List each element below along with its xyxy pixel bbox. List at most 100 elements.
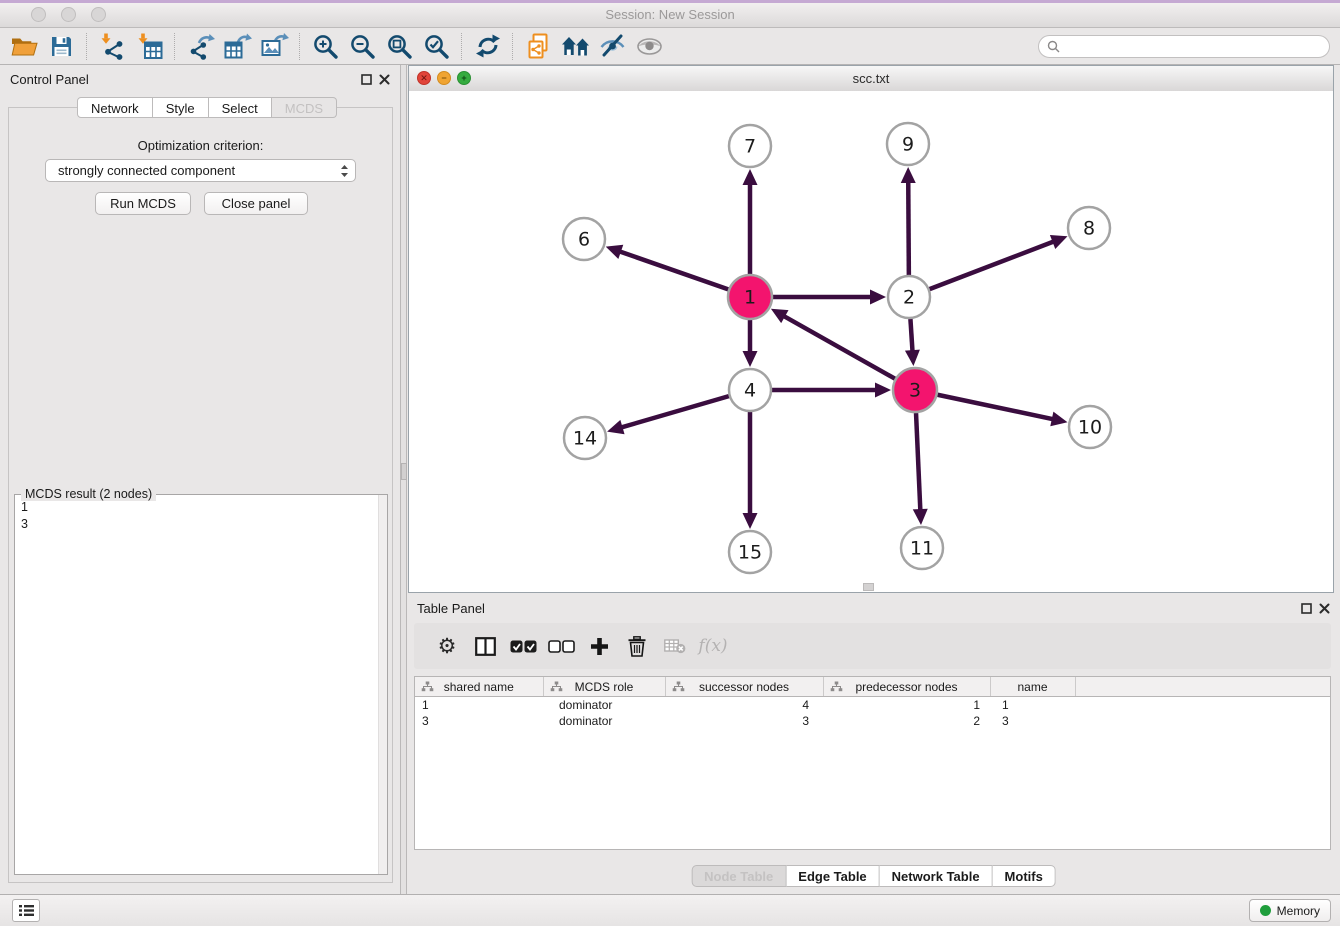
zoom-in-button[interactable] <box>307 31 344 62</box>
export-table-button[interactable] <box>219 31 256 62</box>
graph-node-label: 1 <box>744 287 756 309</box>
table-cell-filler <box>1075 697 1330 714</box>
zoom-out-button[interactable] <box>344 31 381 62</box>
graph-edge-3-10[interactable] <box>938 395 1055 420</box>
network-view-titlebar[interactable]: ✕ − + scc.txt <box>409 66 1333 92</box>
table-settings-button[interactable]: ⚙ <box>428 629 466 663</box>
table-cell[interactable]: 1 <box>415 697 543 714</box>
graph-edge-1-6[interactable] <box>618 251 728 290</box>
float-panel-icon[interactable] <box>361 74 372 85</box>
splitter-handle[interactable] <box>401 463 407 480</box>
graph-edge-4-14[interactable] <box>620 396 729 428</box>
fit-selected-button[interactable] <box>418 31 455 62</box>
close-panel-button[interactable]: Close panel <box>204 192 308 215</box>
column-header-successor-nodes[interactable]: successor nodes <box>665 677 823 697</box>
table-header-row: shared name MCDS role <box>415 677 1330 697</box>
graph-node-label: 4 <box>744 380 756 402</box>
import-network-button[interactable] <box>94 31 131 62</box>
export-image-button[interactable] <box>256 31 293 62</box>
close-table-panel-icon[interactable] <box>1319 603 1330 614</box>
graph-node-label: 11 <box>910 538 934 560</box>
graph-node-label: 6 <box>578 229 590 251</box>
run-mcds-button[interactable]: Run MCDS <box>95 192 191 215</box>
column-header-shared-name[interactable]: shared name <box>415 677 543 697</box>
graph-edge-arrowhead <box>875 383 891 398</box>
tab-network[interactable]: Network <box>77 97 153 118</box>
canvas-resize-handle[interactable] <box>863 583 874 591</box>
column-header-mcds-role[interactable]: MCDS role <box>543 677 665 697</box>
function-builder-button[interactable]: f(x) <box>694 629 732 663</box>
network-canvas[interactable]: 7968124314101511 <box>409 91 1333 592</box>
checked-boxes-icon <box>510 640 537 653</box>
export-image-icon <box>261 33 289 59</box>
column-header-predecessor-nodes[interactable]: predecessor nodes <box>823 677 990 697</box>
float-table-panel-icon[interactable] <box>1301 603 1312 614</box>
close-panel-icon[interactable] <box>379 74 390 85</box>
graph-edge-2-3[interactable] <box>910 319 912 353</box>
first-neighbors-button[interactable] <box>557 31 594 62</box>
graph-node-label: 14 <box>573 428 597 450</box>
table-cell[interactable]: dominator <box>543 713 665 729</box>
table-row[interactable]: 3dominator323 <box>415 713 1330 729</box>
mcds-result-group: MCDS result (2 nodes) 1 3 <box>14 494 388 875</box>
memory-button[interactable]: Memory <box>1249 899 1331 922</box>
criterion-select[interactable]: strongly connected component <box>45 159 356 182</box>
select-all-button[interactable] <box>504 629 542 663</box>
control-panel: Control Panel Network Style Select MCDS … <box>0 65 400 894</box>
network-graph[interactable]: 7968124314101511 <box>409 91 1333 592</box>
result-scrollbar[interactable] <box>378 495 387 874</box>
table-cell[interactable]: 1 <box>990 697 1075 714</box>
delete-column-button[interactable] <box>618 629 656 663</box>
tree-icon <box>550 681 563 693</box>
export-table-icon <box>224 33 252 60</box>
search-field[interactable] <box>1038 35 1330 58</box>
graph-node-label: 3 <box>909 380 921 402</box>
vertical-splitter[interactable] <box>400 65 407 894</box>
graph-edge-3-1[interactable] <box>782 315 895 379</box>
tab-network-table[interactable]: Network Table <box>880 865 993 887</box>
application-window: Session: New Session <box>0 0 1340 926</box>
import-table-button[interactable] <box>131 31 168 62</box>
graph-edge-3-11[interactable] <box>916 413 920 512</box>
graph-edge-2-8[interactable] <box>930 241 1056 289</box>
column-header-name[interactable]: name <box>990 677 1075 697</box>
graph-edge-arrowhead <box>1050 412 1067 427</box>
status-bar: Memory <box>0 894 1340 926</box>
apply-layout-button[interactable] <box>469 31 506 62</box>
save-session-button[interactable] <box>43 31 80 62</box>
table-cell[interactable]: 3 <box>665 713 823 729</box>
table-cell[interactable]: 4 <box>665 697 823 714</box>
open-session-button[interactable] <box>6 31 43 62</box>
tab-node-table[interactable]: Node Table <box>691 865 786 887</box>
export-network-button[interactable] <box>182 31 219 62</box>
table-cell[interactable]: 3 <box>415 713 543 729</box>
tab-style[interactable]: Style <box>153 97 209 118</box>
table-cell[interactable]: 2 <box>823 713 990 729</box>
control-panel-tabs: Network Style Select MCDS <box>77 97 337 118</box>
hide-selected-button[interactable] <box>594 31 631 62</box>
table-cell[interactable]: 3 <box>990 713 1075 729</box>
table-cell[interactable]: 1 <box>823 697 990 714</box>
graph-node-label: 7 <box>744 136 756 158</box>
toolbar-separator <box>299 33 301 60</box>
zoom-out-icon <box>349 33 376 60</box>
task-history-button[interactable] <box>12 899 40 922</box>
tab-mcds[interactable]: MCDS <box>272 97 337 118</box>
show-all-button[interactable] <box>631 31 668 62</box>
graph-edge-2-9[interactable] <box>908 180 909 275</box>
mcds-result-text: 1 3 <box>21 499 28 533</box>
fit-content-button[interactable] <box>381 31 418 62</box>
add-column-button[interactable] <box>580 629 618 663</box>
table-cell[interactable]: dominator <box>543 697 665 714</box>
delete-table-button[interactable] <box>656 629 694 663</box>
search-input[interactable] <box>1065 39 1329 55</box>
show-column-panel-button[interactable] <box>466 629 504 663</box>
table-panel: Table Panel ⚙ <box>407 594 1340 894</box>
new-network-from-selection-button[interactable] <box>520 31 557 62</box>
table-row[interactable]: 1dominator411 <box>415 697 1330 714</box>
tab-edge-table[interactable]: Edge Table <box>786 865 879 887</box>
graph-edge-arrowhead <box>743 351 758 367</box>
tab-motifs[interactable]: Motifs <box>993 865 1056 887</box>
deselect-all-button[interactable] <box>542 629 580 663</box>
tab-select[interactable]: Select <box>209 97 272 118</box>
